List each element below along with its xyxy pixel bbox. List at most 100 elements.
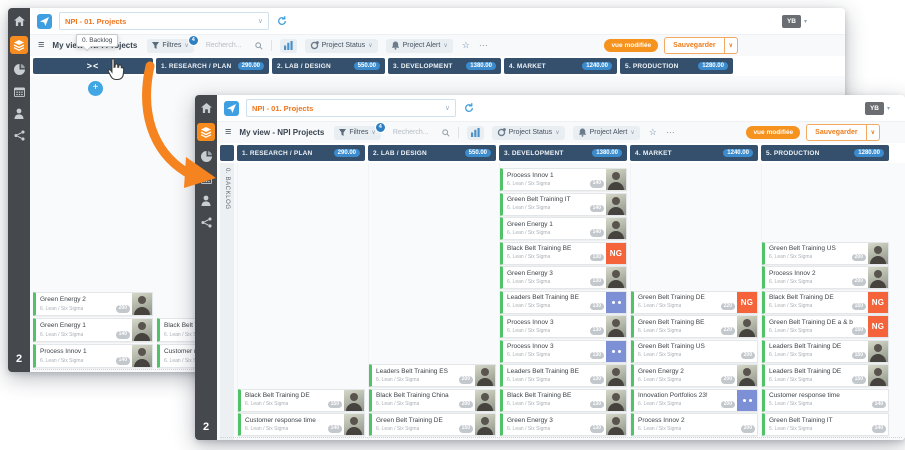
pie-chart-icon[interactable] — [12, 63, 26, 76]
home-icon[interactable] — [12, 14, 26, 27]
backlog-collapsed-strip[interactable]: 0. BACKLOG — [220, 163, 234, 440]
refresh-icon[interactable] — [277, 16, 287, 26]
kanban-card[interactable]: Leaders Belt Training ES 6. Lean / Six S… — [369, 364, 496, 387]
pin-icon[interactable] — [224, 101, 239, 116]
kanban-card[interactable]: Green Energy 2 6. Lean / Six Sigma 200 — [631, 364, 758, 387]
kanban-card[interactable]: Green Belt Training DE 6. Lean / Six Sig… — [369, 413, 496, 436]
backlog-collapse-button[interactable]: >< — [33, 58, 153, 74]
card-text: Green Belt Training US 6. Lean / Six Sig… — [634, 341, 757, 362]
save-label[interactable]: Sauvegarder — [665, 38, 723, 53]
card-effort-badge: 130 — [590, 254, 604, 262]
kanban-card[interactable]: Process Innov 1 6. Lean / Six Sigma 140 — [33, 344, 153, 368]
kanban-card[interactable]: Leaders Belt Training DE 6. Lean / Six S… — [762, 340, 889, 363]
kanban-card[interactable]: Green Energy 1 6. Lean / Six Sigma 140 — [500, 217, 627, 240]
column-header: 3. DEVELOPMENT 1380.00 — [499, 145, 627, 161]
card-avatar — [344, 414, 364, 435]
chart-view-button[interactable] — [280, 39, 297, 53]
kanban-card[interactable]: Process Innov 2 6. Lean / Six Sigma 200 — [762, 266, 889, 289]
more-options-icon[interactable]: ⋯ — [666, 128, 676, 137]
favorite-star-icon[interactable]: ☆ — [649, 128, 657, 137]
group-by-button[interactable]: Project Status ∨ — [305, 39, 378, 53]
kanban-card[interactable]: Black Belt Training BE 6. Lean / Six Sig… — [500, 242, 627, 265]
column-header: 1. RESEARCH / PLAN 290.00 — [237, 145, 365, 161]
project-alert-button[interactable]: Project Alert ∨ — [573, 126, 640, 140]
kanban-card[interactable]: Customer response time 5. Lean / Six Sig… — [762, 389, 889, 412]
kanban-card[interactable]: Leaders Belt Training BE 6. Lean / Six S… — [500, 364, 627, 387]
kanban-layers-icon-active[interactable] — [197, 123, 215, 141]
card-title: Green Belt Training DE — [638, 294, 735, 301]
save-button[interactable]: Sauvegarder ∨ — [664, 37, 738, 54]
card-text: Black Belt Training DE 6. Lean / Six Sig… — [241, 390, 344, 411]
kanban-card[interactable]: Black Belt Training DE 6. Lean / Six Sig… — [238, 389, 365, 412]
kanban-card[interactable]: Green Belt Training DE a & b 6. Lean / S… — [762, 315, 889, 338]
kanban-card[interactable]: Green Belt Training US 6. Lean / Six Sig… — [631, 340, 758, 363]
filters-button[interactable]: Filtres ∨ 4 — [334, 126, 380, 140]
toolbar-divider — [458, 127, 459, 138]
home-icon[interactable] — [199, 101, 213, 114]
card-avatar — [606, 414, 626, 435]
card-title: Process Innov 1 — [507, 172, 604, 179]
card-avatar — [737, 365, 757, 386]
card-text: Process Innov 3 6. Lean / Six Sigma 130 — [503, 341, 606, 362]
kanban-card[interactable]: Green Belt Training US 6. Lean / Six Sig… — [762, 242, 889, 265]
menu-icon[interactable]: ≡ — [38, 40, 44, 51]
refresh-icon[interactable] — [464, 103, 474, 113]
user-avatar[interactable]: YB — [865, 102, 884, 115]
kanban-card[interactable]: Process Innov 3 6. Lean / Six Sigma 130 — [500, 315, 627, 338]
save-button[interactable]: Sauvegarder ∨ — [806, 124, 880, 141]
kanban-card[interactable]: Process Innov 1 6. Lean / Six Sigma 140 — [500, 168, 627, 191]
kanban-layers-icon-active[interactable] — [10, 36, 28, 54]
chart-view-button[interactable] — [467, 126, 484, 140]
kanban-card[interactable]: Leaders Belt Training DE 6. Lean / Six S… — [762, 364, 889, 387]
more-options-icon[interactable]: ⋯ — [479, 41, 489, 50]
user-icon[interactable] — [12, 107, 26, 120]
kanban-card[interactable]: Green Belt Training DE 6. Lean / Six Sig… — [631, 291, 758, 314]
search-input[interactable]: Recherch... — [393, 129, 450, 137]
group-by-button[interactable]: Project Status ∨ — [492, 126, 565, 140]
kanban-card[interactable]: Customer response time 6. Lean / Six Sig… — [238, 413, 365, 436]
card-avatar: NG — [737, 292, 757, 313]
filters-button[interactable]: Filtres ∨ 4 — [147, 39, 193, 53]
save-label[interactable]: Sauvegarder — [807, 125, 865, 140]
card-text: Process Innov 1 6. Lean / Six Sigma 140 — [36, 345, 132, 367]
share-network-icon[interactable] — [12, 129, 26, 142]
kanban-card[interactable]: Green Belt Training BE 6. Lean / Six Sig… — [631, 315, 758, 338]
kanban-card[interactable]: Black Belt Training DE 6. Lean / Six Sig… — [762, 291, 889, 314]
user-avatar[interactable]: YB — [782, 15, 801, 28]
kanban-card[interactable]: Black Belt Training China 6. Lean / Six … — [369, 389, 496, 412]
kanban-card[interactable]: Leaders Belt Training BE 6. Lean / Six S… — [500, 291, 627, 314]
user-menu-caret-icon[interactable]: ▾ — [887, 105, 890, 112]
kanban-card[interactable]: Green Belt Training IT 5. Lean / Six Sig… — [762, 413, 889, 436]
kanban-card[interactable]: Innovation Portfolios 23! 6. Lean / Six … — [631, 389, 758, 412]
card-subtitle: 6. Lean / Six Sigma — [638, 303, 681, 309]
pie-chart-icon[interactable] — [199, 150, 213, 163]
project-selector[interactable]: NPI - 01. Projects ∨ — [246, 99, 456, 117]
kanban-card[interactable]: Process Innov 3 6. Lean / Six Sigma 130 — [500, 340, 627, 363]
project-selector[interactable]: NPI - 01. Projects ∨ — [59, 12, 269, 30]
save-options-caret-icon[interactable]: ∨ — [866, 125, 879, 140]
add-card-button[interactable]: + — [88, 81, 103, 96]
save-options-caret-icon[interactable]: ∨ — [724, 38, 737, 53]
user-menu-caret-icon[interactable]: ▾ — [804, 18, 807, 25]
kanban-card[interactable]: Green Belt Training IT 6. Lean / Six Sig… — [500, 193, 627, 216]
card-avatar — [132, 319, 152, 341]
calendar-icon[interactable] — [199, 172, 213, 185]
card-subtitle: 6. Lean / Six Sigma — [507, 401, 550, 407]
menu-icon[interactable]: ≡ — [225, 127, 231, 138]
project-alert-button[interactable]: Project Alert ∨ — [386, 39, 453, 53]
kanban-card[interactable]: Green Energy 2 6. Lean / Six Sigma 200 — [33, 292, 153, 316]
card-subtitle: 6. Lean / Six Sigma — [769, 377, 812, 383]
search-input[interactable]: Recherch... — [206, 42, 263, 50]
pin-icon[interactable] — [37, 14, 52, 29]
backlog-collapsed-header[interactable] — [220, 145, 234, 161]
kanban-card[interactable]: Black Belt Training BE 6. Lean / Six Sig… — [500, 389, 627, 412]
user-icon[interactable] — [199, 194, 213, 207]
share-network-icon[interactable] — [199, 216, 213, 229]
kanban-card[interactable]: Process Innov 2 6. Lean / Six Sigma 200 — [631, 413, 758, 436]
search-placeholder: Recherch... — [393, 129, 429, 136]
kanban-card[interactable]: Green Energy 3 6. Lean / Six Sigma 130 — [500, 413, 627, 436]
kanban-card[interactable]: Green Energy 1 6. Lean / Six Sigma 140 — [33, 318, 153, 342]
favorite-star-icon[interactable]: ☆ — [462, 41, 470, 50]
kanban-card[interactable]: Green Energy 3 6. Lean / Six Sigma 130 — [500, 266, 627, 289]
calendar-icon[interactable] — [12, 85, 26, 98]
